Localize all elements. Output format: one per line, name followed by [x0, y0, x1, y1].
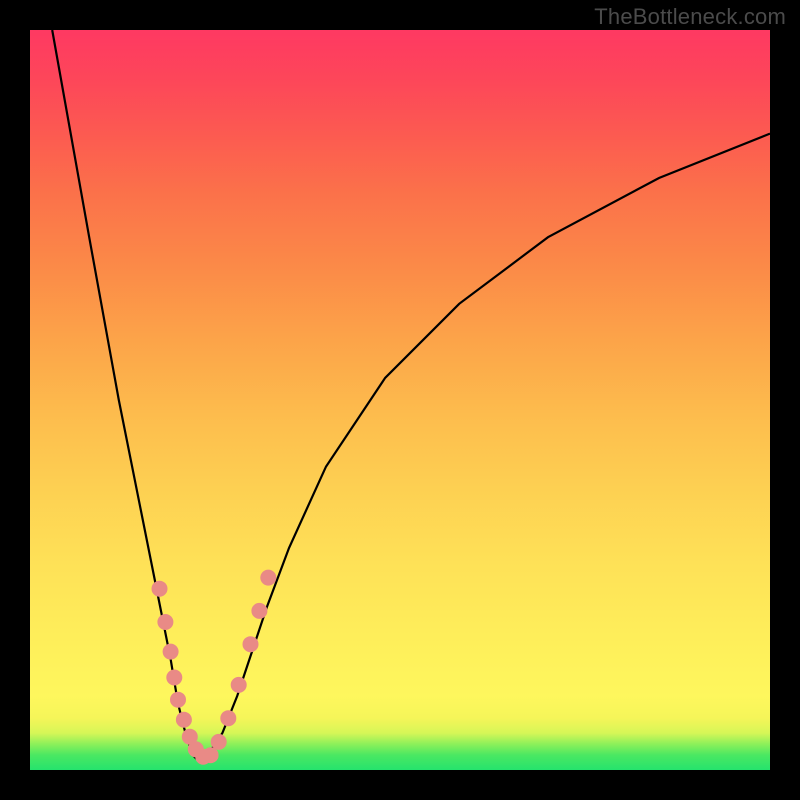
dot [220, 710, 236, 726]
curve-layer [30, 30, 770, 770]
plot-area [30, 30, 770, 770]
dot [243, 636, 259, 652]
dot [170, 692, 186, 708]
dot [166, 670, 182, 686]
dot [157, 614, 173, 630]
main-curve [52, 30, 770, 763]
dot [203, 747, 219, 763]
dot [211, 734, 227, 750]
watermark-text: TheBottleneck.com [594, 4, 786, 30]
dot [231, 677, 247, 693]
dot [176, 712, 192, 728]
highlighted-dots [152, 570, 277, 765]
chart-frame: TheBottleneck.com [0, 0, 800, 800]
dot [152, 581, 168, 597]
dot [260, 570, 276, 586]
dot [251, 603, 267, 619]
dot [163, 644, 179, 660]
